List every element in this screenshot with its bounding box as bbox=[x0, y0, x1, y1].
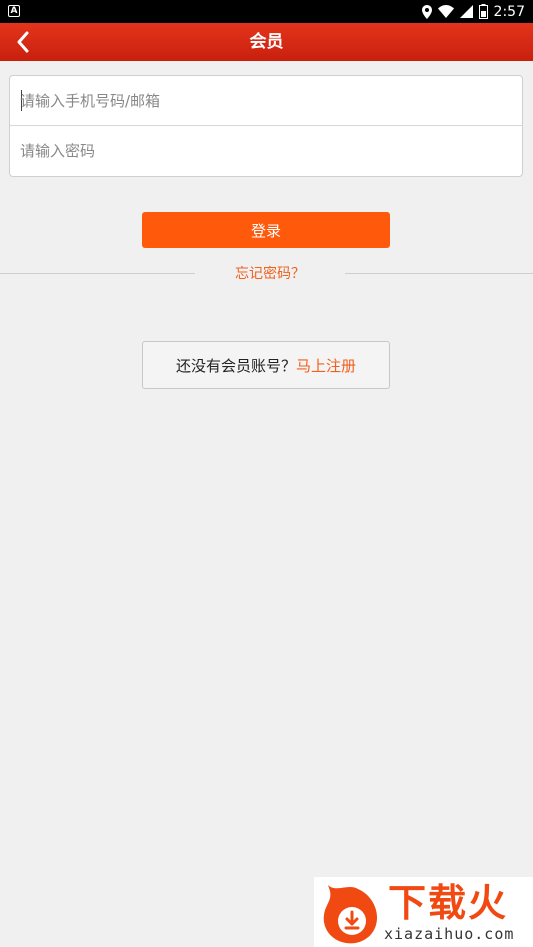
watermark: 下载火 xiazaihuo.com bbox=[314, 877, 533, 947]
login-button[interactable]: 登录 bbox=[142, 212, 390, 248]
divider-right bbox=[345, 273, 533, 274]
location-icon bbox=[421, 4, 432, 19]
signal-icon bbox=[459, 5, 473, 18]
watermark-url: xiazaihuo.com bbox=[384, 925, 515, 943]
account-input[interactable] bbox=[20, 76, 510, 126]
chevron-left-icon bbox=[17, 31, 29, 53]
register-link[interactable]: 马上注册 bbox=[296, 355, 356, 376]
app-header: 会员 bbox=[0, 23, 533, 61]
status-bar: A 2:57 bbox=[0, 0, 533, 23]
battery-icon bbox=[478, 4, 488, 19]
back-button[interactable] bbox=[8, 27, 38, 57]
password-input[interactable] bbox=[20, 126, 510, 176]
status-icons: 2:57 bbox=[421, 2, 525, 21]
register-button[interactable]: 还没有会员账号？ 马上注册 bbox=[142, 341, 390, 389]
forgot-password-link[interactable]: 忘记密码？ bbox=[195, 264, 345, 284]
password-row bbox=[10, 126, 522, 176]
wifi-icon bbox=[437, 5, 454, 18]
account-row bbox=[10, 76, 522, 126]
notification-a-icon: A bbox=[8, 5, 20, 17]
divider-left bbox=[0, 273, 195, 274]
watermark-name: 下载火 bbox=[388, 881, 509, 925]
status-time: 2:57 bbox=[493, 3, 525, 20]
page-title: 会员 bbox=[249, 32, 284, 52]
register-prompt: 还没有会员账号？ bbox=[175, 356, 296, 375]
flame-download-logo-icon bbox=[323, 885, 378, 944]
login-form bbox=[9, 75, 523, 177]
